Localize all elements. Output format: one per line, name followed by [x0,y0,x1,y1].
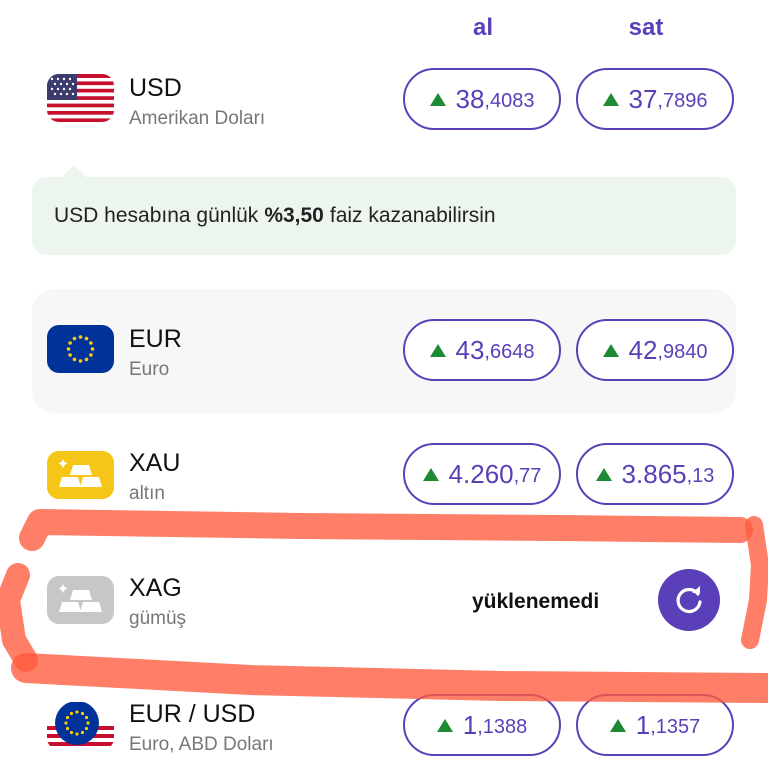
price-decimal: ,7896 [657,89,708,112]
refresh-icon [676,586,702,614]
price-decimal: ,77 [513,464,542,487]
silver-bars-icon [47,576,114,624]
price-decimal: ,9840 [657,340,708,363]
us-flag-icon [47,74,114,122]
banner-pointer [62,165,86,177]
trend-up-icon [436,718,453,732]
trend-up-icon [609,718,626,732]
price-decimal: ,1388 [477,715,528,738]
sell-price-button[interactable]: 37,7896 [576,68,734,130]
currency-row-eur[interactable]: EUR Euro 43,6648 42,9840 [32,289,736,413]
trend-up-icon [602,92,619,106]
buy-price-button[interactable]: 4.260,77 [403,443,561,505]
eu-us-flag-icon [47,702,114,750]
currency-row-eurusd[interactable]: EUR / USD Euro, ABD Doları 1,1388 1,1357 [32,664,736,768]
price-integer: 1 [635,709,651,740]
eu-flag-icon [47,325,114,373]
currency-code: EUR / USD [129,700,256,728]
price-integer: 1 [462,709,478,740]
buy-price-button[interactable]: 43,6648 [403,319,561,381]
price-integer: 38 [455,83,485,114]
trend-up-icon [595,467,612,481]
price-decimal: ,6648 [484,340,535,363]
currency-name: altın [129,483,165,504]
currency-code: USD [129,74,182,102]
currency-row-xag[interactable]: XAG gümüş [32,538,736,662]
trend-up-icon [422,467,439,481]
load-error-text: yüklenemedi [472,590,600,613]
trend-up-icon [429,92,446,106]
gold-bars-icon [47,451,114,499]
trend-up-icon [602,343,619,357]
interest-banner[interactable]: USD hesabına günlük %3,50 faiz kazanabil… [32,177,736,255]
price-integer: 37 [628,83,658,114]
price-integer: 42 [628,334,658,365]
price-integer: 43 [455,334,485,365]
currency-name: Euro [129,359,170,380]
sell-price-button[interactable]: 3.865,13 [576,443,734,505]
currency-code: XAG [129,574,182,602]
currency-name: Euro, ABD Doları [129,734,274,755]
buy-price-button[interactable]: 38,4083 [403,68,561,130]
currency-code: EUR [129,325,182,353]
currency-name: Amerikan Doları [129,108,266,129]
price-decimal: ,4083 [484,89,535,112]
currency-code: XAU [129,449,181,477]
banner-prefix: USD hesabına günlük [54,204,259,227]
buy-price-button[interactable]: 1,1388 [403,694,561,756]
price-integer: 3.865 [621,458,687,489]
sell-price-button[interactable]: 1,1357 [576,694,734,756]
sell-price-button[interactable]: 42,9840 [576,319,734,381]
banner-suffix: faiz kazanabilirsin [329,204,496,227]
banner-rate: %3,50 [264,204,324,227]
currency-name: gümüş [129,608,187,629]
price-integer: 4.260 [448,458,514,489]
price-decimal: ,13 [686,464,715,487]
currency-row-xau[interactable]: XAU altın 4.260,77 3.865,13 [32,413,736,537]
trend-up-icon [429,343,446,357]
price-decimal: ,1357 [650,715,701,738]
reload-button[interactable] [658,569,720,631]
currency-row-usd[interactable]: USD Amerikan Doları 38,4083 37,7896 [32,38,736,162]
